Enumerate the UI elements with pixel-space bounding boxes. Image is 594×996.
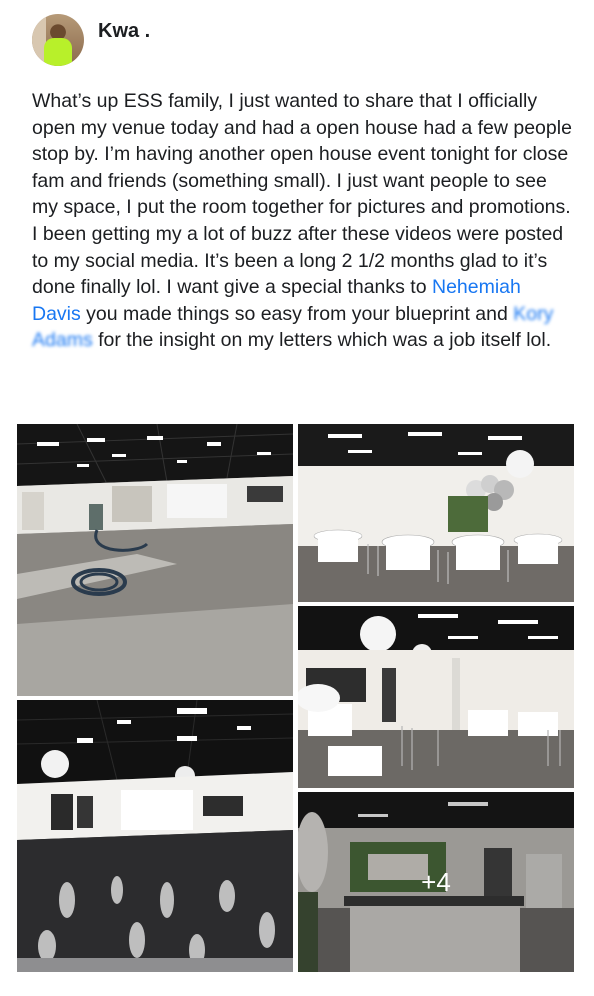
photo-5-more[interactable]: +4 (298, 792, 574, 972)
photo-1[interactable] (17, 424, 293, 696)
post-text-part-1: What’s up ESS family, I just wanted to s… (32, 90, 572, 299)
photo-4[interactable] (17, 700, 293, 972)
avatar[interactable] (32, 14, 84, 66)
post-text-part-2: you made things so easy from your bluepr… (80, 302, 514, 325)
post-header: Kwa . (32, 14, 150, 68)
post-text-part-3: for the insight on my letters which was … (92, 329, 552, 352)
photo-2[interactable] (298, 424, 574, 602)
post-text: What’s up ESS family, I just wanted to s… (32, 88, 572, 354)
photo-3[interactable] (298, 606, 574, 788)
more-photos-count[interactable]: +4 (298, 792, 574, 972)
author-name[interactable]: Kwa . (98, 20, 150, 43)
